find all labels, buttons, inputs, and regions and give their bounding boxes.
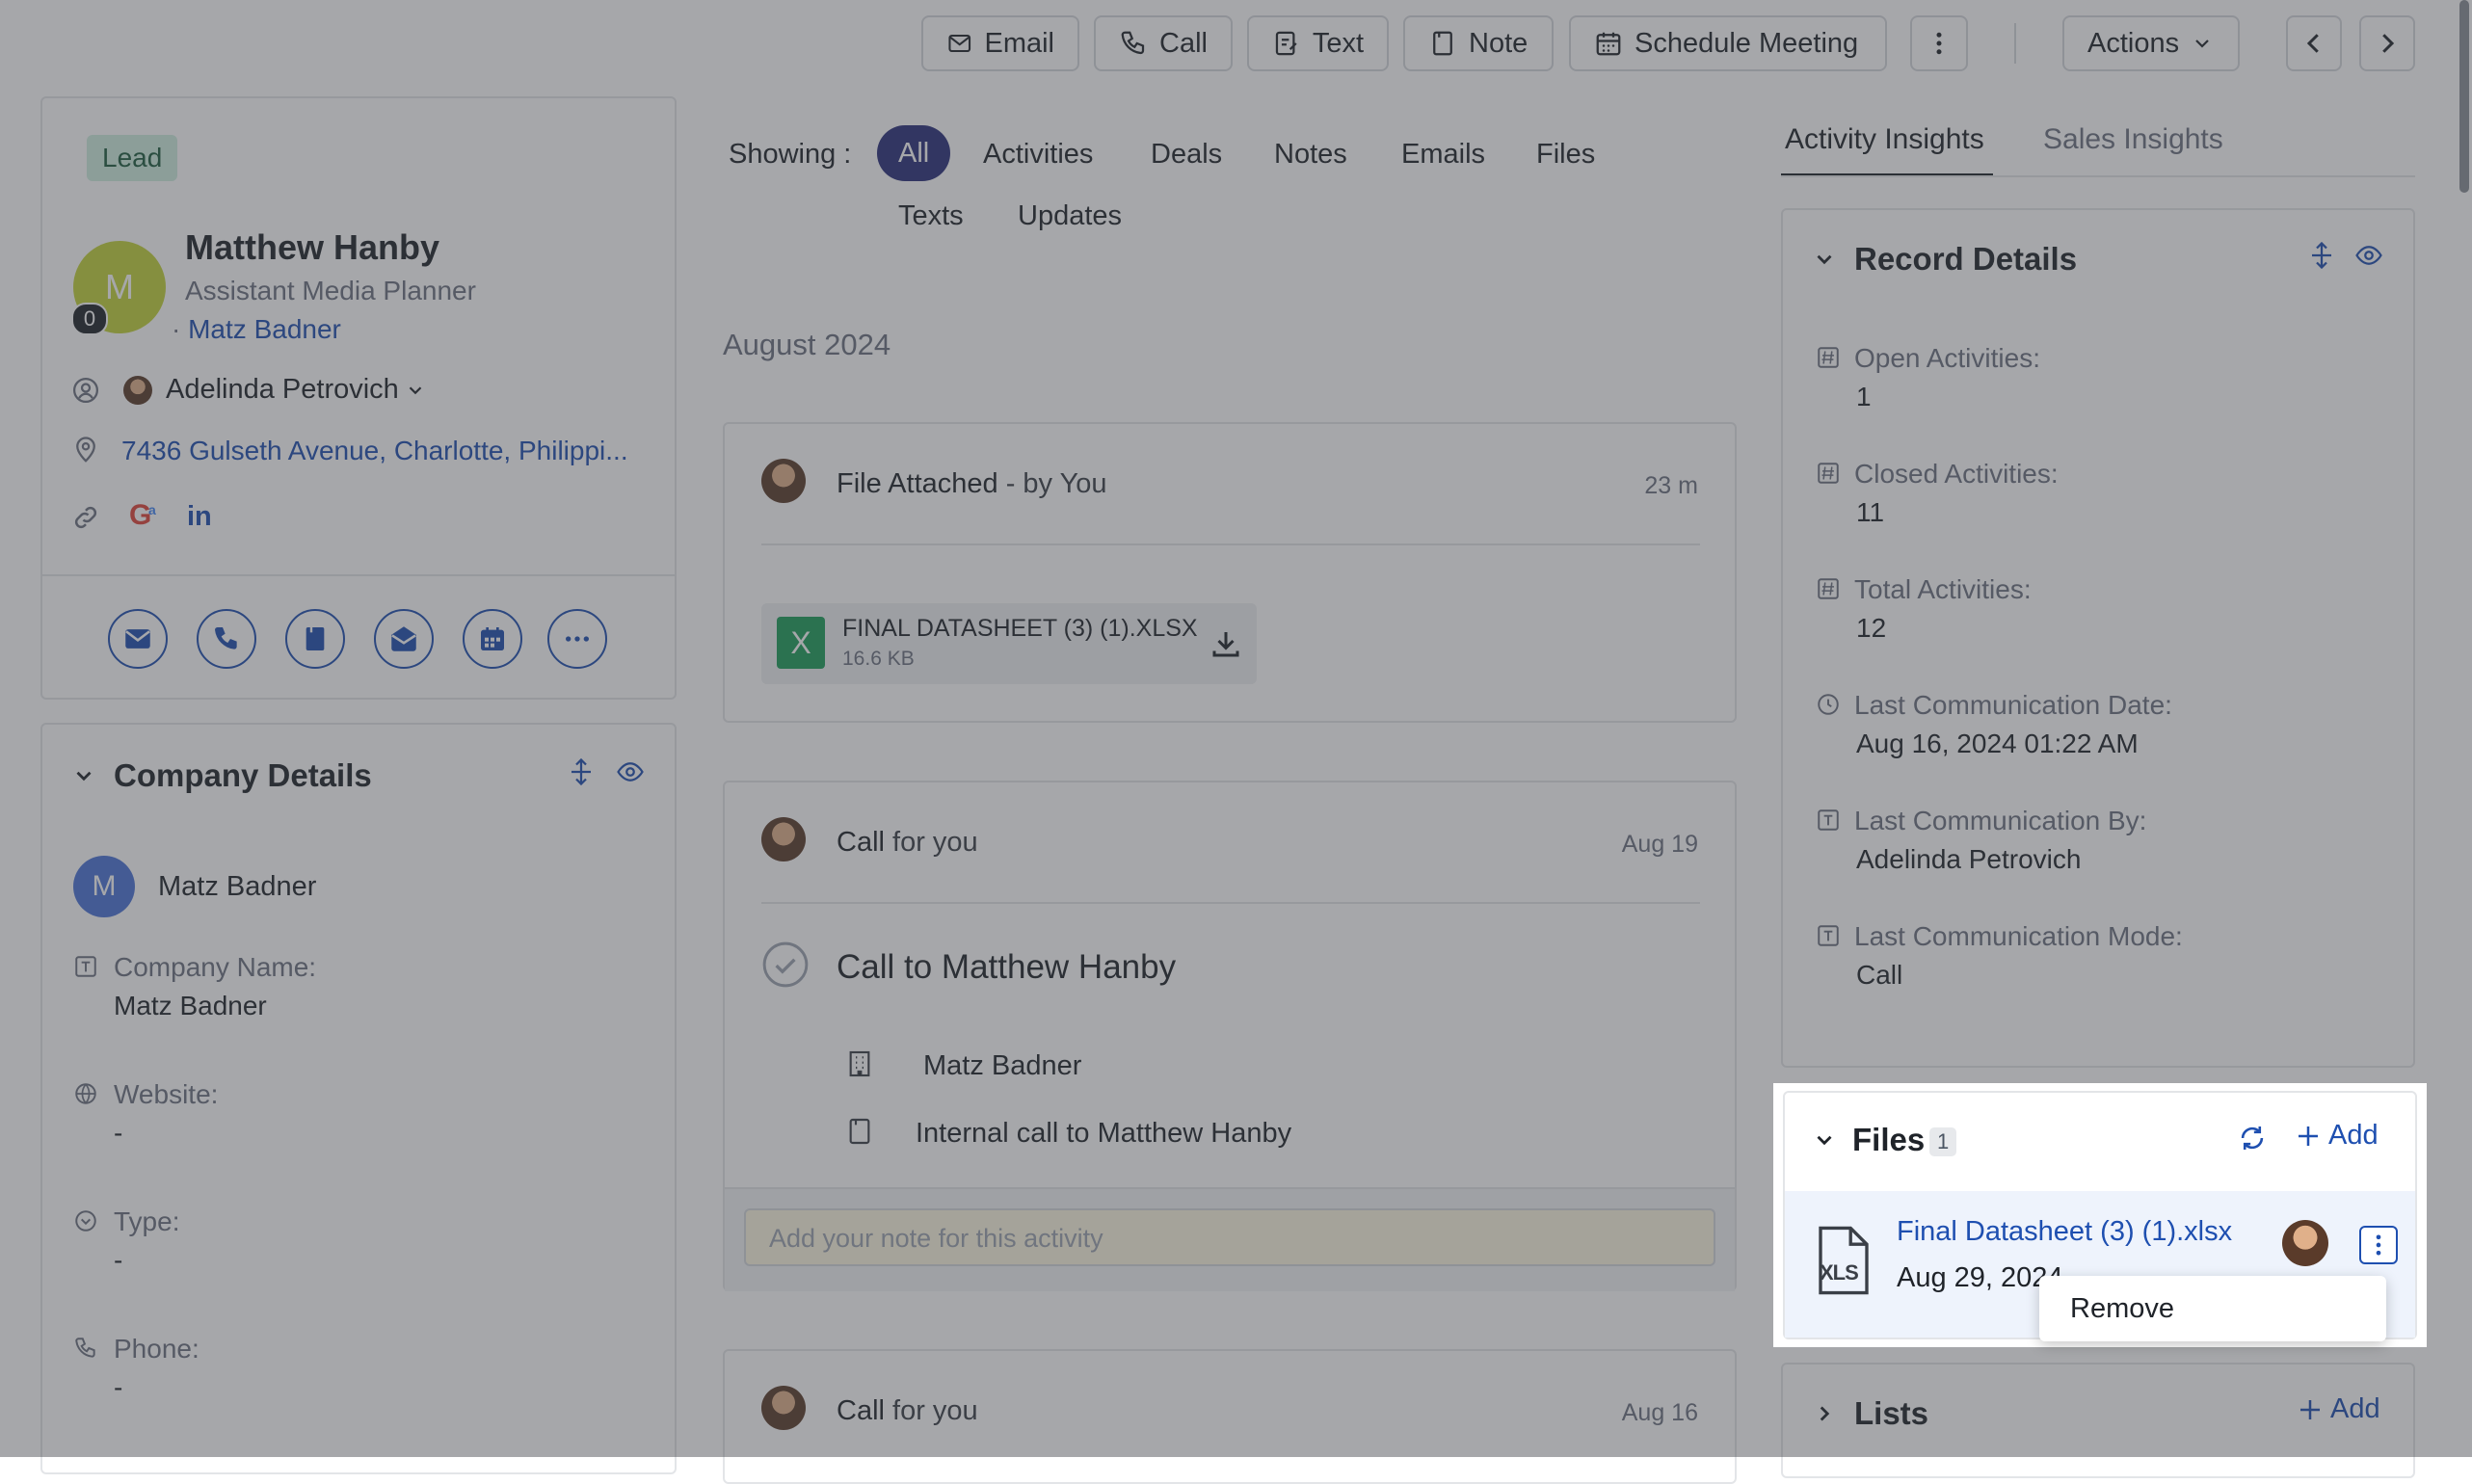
files-count-badge: 1 bbox=[1929, 1127, 1957, 1156]
plus-icon bbox=[2299, 1126, 2318, 1146]
collapse-chevron-icon[interactable] bbox=[1812, 1127, 1837, 1153]
menu-item-remove[interactable]: Remove bbox=[2039, 1276, 2386, 1341]
files-heading: Files bbox=[1852, 1122, 1926, 1157]
file-date: Aug 29, 2024 bbox=[1897, 1262, 2063, 1293]
xls-icon-label: XLS bbox=[1820, 1260, 1859, 1285]
file-options-button[interactable] bbox=[2359, 1226, 2398, 1264]
file-options-menu: Remove bbox=[2039, 1276, 2386, 1341]
file-name-link[interactable]: Final Datasheet (3) (1).xlsx bbox=[1897, 1216, 2232, 1248]
file-owner-avatar bbox=[2282, 1220, 2328, 1266]
refresh-icon[interactable] bbox=[2236, 1122, 2269, 1154]
kebab-menu-icon bbox=[2376, 1234, 2381, 1256]
xls-file-icon: XLS bbox=[1816, 1226, 1872, 1295]
files-panel: Files 1 Add XLS Final Datasheet (3) (1).… bbox=[1773, 1083, 2427, 1347]
menu-item-remove-label: Remove bbox=[2070, 1293, 2174, 1324]
files-add-label: Add bbox=[2328, 1120, 2379, 1151]
files-add-button[interactable]: Add bbox=[2294, 1120, 2379, 1152]
